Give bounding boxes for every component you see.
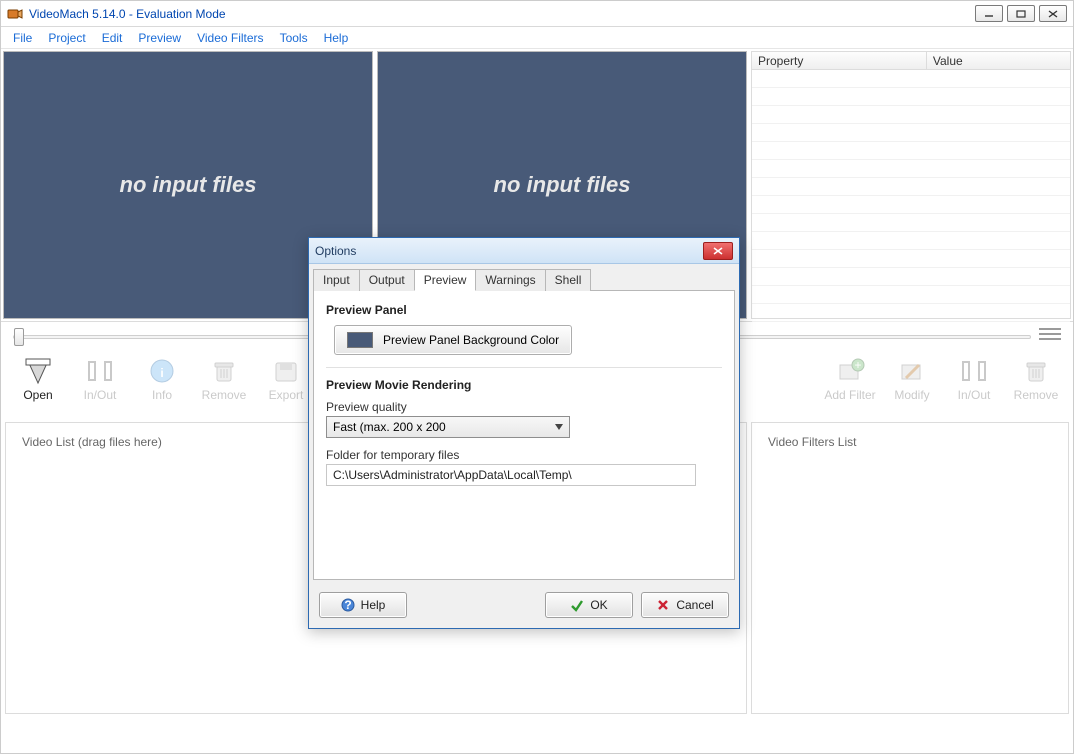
color-swatch bbox=[347, 332, 373, 348]
help-icon: ? bbox=[341, 598, 355, 612]
separator bbox=[326, 367, 722, 368]
chevron-down-icon bbox=[555, 424, 563, 430]
ok-button[interactable]: OK bbox=[545, 592, 633, 618]
info-icon: i bbox=[145, 354, 179, 388]
propgrid-col-value[interactable]: Value bbox=[927, 52, 1070, 69]
tool-remove-label: Remove bbox=[202, 388, 247, 402]
tab-page-preview: Preview Panel Preview Panel Background C… bbox=[313, 290, 735, 580]
temp-folder-label: Folder for temporary files bbox=[326, 448, 722, 462]
preview-panel-heading: Preview Panel bbox=[326, 303, 722, 317]
preview-render-heading: Preview Movie Rendering bbox=[326, 378, 722, 392]
tool-open-label: Open bbox=[23, 388, 52, 402]
tool-inout2-label: In/Out bbox=[958, 388, 991, 402]
preview-quality-value: Fast (max. 200 x 200 bbox=[333, 420, 446, 434]
dialog-close-button[interactable] bbox=[703, 242, 733, 260]
help-button-label: Help bbox=[361, 598, 386, 612]
dialog-button-row: ? Help OK Cancel bbox=[309, 584, 739, 628]
preview-bg-color-label: Preview Panel Background Color bbox=[383, 333, 559, 347]
tool-remove: Remove bbox=[193, 352, 255, 402]
menu-edit[interactable]: Edit bbox=[94, 29, 131, 47]
cancel-button[interactable]: Cancel bbox=[641, 592, 729, 618]
video-filters-list[interactable]: Video Filters List bbox=[751, 422, 1069, 714]
slider-thumb[interactable] bbox=[14, 328, 24, 346]
titlebar: VideoMach 5.14.0 - Evaluation Mode bbox=[1, 1, 1073, 27]
cancel-button-label: Cancel bbox=[676, 598, 713, 612]
filters-list-label: Video Filters List bbox=[768, 435, 856, 449]
temp-folder-input[interactable]: C:\Users\Administrator\AppData\Local\Tem… bbox=[326, 464, 696, 486]
check-icon bbox=[570, 598, 584, 612]
maximize-button[interactable] bbox=[1007, 5, 1035, 22]
dialog-tabs: Input Output Preview Warnings Shell bbox=[313, 268, 735, 290]
tool-add-filter: + Add Filter bbox=[819, 352, 881, 402]
export-icon bbox=[269, 354, 303, 388]
app-icon bbox=[7, 6, 23, 22]
modify-icon bbox=[895, 354, 929, 388]
menu-tools[interactable]: Tools bbox=[272, 29, 316, 47]
dialog-title: Options bbox=[315, 244, 356, 258]
tool-inout-label: In/Out bbox=[84, 388, 117, 402]
preview-quality-combo[interactable]: Fast (max. 200 x 200 bbox=[326, 416, 570, 438]
open-icon bbox=[21, 354, 55, 388]
menu-project[interactable]: Project bbox=[40, 29, 93, 47]
tool-info: i Info bbox=[131, 352, 193, 402]
no-input-label: no input files bbox=[494, 172, 631, 198]
tool-info-label: Info bbox=[152, 388, 172, 402]
svg-text:?: ? bbox=[344, 598, 351, 612]
video-list-label: Video List (drag files here) bbox=[22, 435, 162, 449]
tool-modify-label: Modify bbox=[894, 388, 929, 402]
dialog-titlebar[interactable]: Options bbox=[309, 238, 739, 264]
help-button[interactable]: ? Help bbox=[319, 592, 407, 618]
tab-preview[interactable]: Preview bbox=[414, 269, 477, 291]
tool-inout: In/Out bbox=[69, 352, 131, 402]
close-button[interactable] bbox=[1039, 5, 1067, 22]
menu-video-filters[interactable]: Video Filters bbox=[189, 29, 271, 47]
add-filter-icon: + bbox=[833, 354, 867, 388]
inout-icon bbox=[957, 354, 991, 388]
cancel-icon bbox=[656, 598, 670, 612]
window-title: VideoMach 5.14.0 - Evaluation Mode bbox=[29, 7, 226, 21]
tool-remove-2: Remove bbox=[1005, 352, 1067, 402]
menubar: File Project Edit Preview Video Filters … bbox=[1, 27, 1073, 49]
property-grid: Property Value bbox=[751, 51, 1071, 319]
options-dialog: Options Input Output Preview Warnings Sh… bbox=[308, 237, 740, 629]
preview-quality-label: Preview quality bbox=[326, 400, 722, 414]
tool-remove2-label: Remove bbox=[1014, 388, 1059, 402]
menu-help[interactable]: Help bbox=[316, 29, 357, 47]
no-input-label: no input files bbox=[120, 172, 257, 198]
inout-icon bbox=[83, 354, 117, 388]
tool-export-label: Export bbox=[269, 388, 304, 402]
menu-preview[interactable]: Preview bbox=[130, 29, 189, 47]
svg-text:+: + bbox=[854, 358, 861, 372]
tab-warnings[interactable]: Warnings bbox=[475, 269, 545, 291]
tab-output[interactable]: Output bbox=[359, 269, 415, 291]
ok-button-label: OK bbox=[590, 598, 607, 612]
propgrid-rows bbox=[752, 70, 1070, 322]
tool-addfilter-label: Add Filter bbox=[824, 388, 875, 402]
tool-open[interactable]: Open bbox=[7, 352, 69, 402]
tab-shell[interactable]: Shell bbox=[545, 269, 592, 291]
minimize-button[interactable] bbox=[975, 5, 1003, 22]
svg-text:i: i bbox=[160, 366, 163, 380]
tool-modify: Modify bbox=[881, 352, 943, 402]
tab-input[interactable]: Input bbox=[313, 269, 360, 291]
propgrid-col-property[interactable]: Property bbox=[752, 52, 927, 69]
menu-icon[interactable] bbox=[1039, 326, 1061, 342]
trash-icon bbox=[1019, 354, 1053, 388]
menu-file[interactable]: File bbox=[5, 29, 40, 47]
tool-inout-2: In/Out bbox=[943, 352, 1005, 402]
preview-bg-color-button[interactable]: Preview Panel Background Color bbox=[334, 325, 572, 355]
trash-icon bbox=[207, 354, 241, 388]
temp-folder-value: C:\Users\Administrator\AppData\Local\Tem… bbox=[333, 468, 572, 482]
